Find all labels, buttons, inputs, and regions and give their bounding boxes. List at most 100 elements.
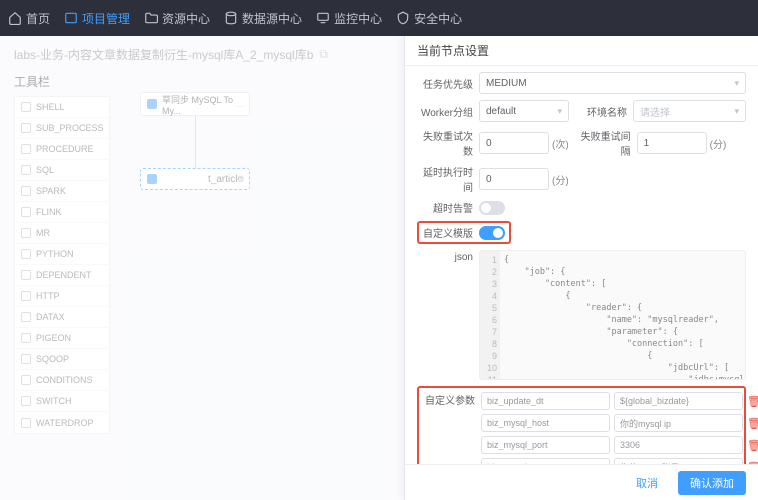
tool-procedure[interactable]: PROCEDURE: [15, 139, 109, 160]
tool-icon: [21, 333, 31, 343]
priority-label: 任务优先级: [417, 76, 473, 91]
tool-conditions[interactable]: CONDITIONS: [15, 370, 109, 391]
delete-icon[interactable]: 🗑: [747, 395, 758, 408]
node-icon: [147, 174, 157, 184]
custom-template-toggle[interactable]: [479, 226, 505, 240]
json-gutter: 1234567891011121314: [480, 251, 500, 379]
param-val-input[interactable]: [614, 392, 743, 410]
workflow-canvas-area: labs-业务-内容文章数据复制衍生-mysql库A_2_mysql库b ⧉ 工…: [0, 36, 404, 500]
unit-text: (次): [552, 136, 569, 151]
project-icon: [64, 11, 78, 25]
tool-python[interactable]: PYTHON: [15, 244, 109, 265]
workflow-node-selected[interactable]: t_article⊕: [140, 168, 250, 190]
json-text[interactable]: { "job": { "content": [ { "reader": { "n…: [500, 251, 745, 379]
custom-params-label: 自定义参数: [425, 392, 475, 407]
tool-dependent[interactable]: DEPENDENT: [15, 265, 109, 286]
tool-waterdrop[interactable]: WATERDROP: [15, 412, 109, 433]
tool-switch[interactable]: SWITCH: [15, 391, 109, 412]
tool-icon: [21, 102, 31, 112]
breadcrumb: labs-业务-内容文章数据复制衍生-mysql库A_2_mysql库b ⧉: [14, 46, 390, 63]
tool-shell[interactable]: SHELL: [15, 97, 109, 118]
tool-icon: [21, 291, 31, 301]
tool-icon: [21, 207, 31, 217]
tool-icon: [21, 312, 31, 322]
nav-monitor[interactable]: 监控中心: [316, 10, 382, 27]
delete-icon[interactable]: 🗑: [747, 417, 758, 430]
tool-icon: [21, 396, 31, 406]
param-key-input[interactable]: [481, 436, 610, 454]
tool-icon: [21, 186, 31, 196]
confirm-add-button[interactable]: 确认添加: [678, 471, 746, 495]
nav-datasource[interactable]: 数据源中心: [224, 10, 302, 27]
nav-label: 监控中心: [334, 10, 382, 27]
copy-icon[interactable]: ⧉: [319, 47, 328, 62]
tool-icon: [21, 354, 31, 364]
tool-mr[interactable]: MR: [15, 223, 109, 244]
tool-spark[interactable]: SPARK: [15, 181, 109, 202]
workflow-node[interactable]: 草同步 MySQL To My...…: [140, 92, 250, 116]
toolbox-title: 工具栏: [14, 73, 390, 90]
tool-http[interactable]: HTTP: [15, 286, 109, 307]
panel-footer: 取消 确认添加: [405, 464, 758, 500]
delay-exec-input[interactable]: [479, 168, 549, 190]
unit-text: (分): [552, 172, 569, 187]
json-editor[interactable]: 1234567891011121314 { "job": { "content"…: [479, 250, 746, 380]
nav-resource[interactable]: 资源中心: [144, 10, 210, 27]
param-row: 🗑: [481, 436, 758, 454]
envname-label: 环境名称: [577, 104, 627, 119]
shield-icon: [396, 11, 410, 25]
delete-icon[interactable]: 🗑: [747, 439, 758, 452]
panel-body[interactable]: 任务优先级 MEDIUM▾ Worker分组 default▾ 环境名称 请选择…: [405, 66, 758, 464]
tool-icon: [21, 375, 31, 385]
nav-label: 安全中心: [414, 10, 462, 27]
tool-flink[interactable]: FLINK: [15, 202, 109, 223]
nav-label: 首页: [26, 10, 50, 27]
folder-icon: [144, 11, 158, 25]
param-row: 🗑: [481, 392, 758, 410]
tool-icon: [21, 123, 31, 133]
toolbox: SHELL SUB_PROCESS PROCEDURE SQL SPARK FL…: [14, 96, 110, 434]
chevron-down-icon: ▾: [734, 106, 739, 117]
custom-params-section: 自定义参数 🗑 🗑 🗑 🗑 🗑 ⊕: [417, 386, 746, 464]
database-icon: [224, 11, 238, 25]
retry-count-input[interactable]: [479, 132, 549, 154]
retry-interval-label: 失败重试间隔: [575, 128, 631, 158]
priority-select[interactable]: MEDIUM▾: [479, 72, 746, 94]
canvas[interactable]: 草同步 MySQL To My...… t_article⊕: [140, 92, 250, 190]
tool-datax[interactable]: DATAX: [15, 307, 109, 328]
retry-interval-input[interactable]: [637, 132, 707, 154]
nav-project[interactable]: 项目管理: [64, 10, 130, 27]
node-icon: [147, 99, 157, 109]
node-expand-icon[interactable]: …: [235, 99, 245, 110]
json-label: json: [417, 250, 473, 380]
top-nav: 首页 项目管理 资源中心 数据源中心 监控中心 安全中心: [0, 0, 758, 36]
tool-sqoop[interactable]: SQOOP: [15, 349, 109, 370]
retry-count-label: 失败重试次数: [417, 128, 473, 158]
chevron-down-icon: ▾: [734, 78, 739, 89]
worker-label: Worker分组: [417, 104, 473, 119]
nav-security[interactable]: 安全中心: [396, 10, 462, 27]
envname-select[interactable]: 请选择▾: [633, 100, 746, 122]
tool-icon: [21, 418, 31, 428]
node-settings-panel: 当前节点设置 任务优先级 MEDIUM▾ Worker分组 default▾ 环…: [404, 36, 758, 500]
monitor-icon: [316, 11, 330, 25]
edge: [195, 116, 196, 168]
param-val-input[interactable]: [614, 414, 743, 432]
node-add-icon[interactable]: ⊕: [237, 174, 245, 185]
param-key-input[interactable]: [481, 392, 610, 410]
tool-sql[interactable]: SQL: [15, 160, 109, 181]
tool-subprocess[interactable]: SUB_PROCESS: [15, 118, 109, 139]
param-val-input[interactable]: [614, 436, 743, 454]
tool-icon: [21, 249, 31, 259]
tool-pigeon[interactable]: PIGEON: [15, 328, 109, 349]
param-key-input[interactable]: [481, 414, 610, 432]
worker-select[interactable]: default▾: [479, 100, 569, 122]
delay-exec-label: 延时执行时间: [417, 164, 473, 194]
tool-icon: [21, 228, 31, 238]
nav-label: 资源中心: [162, 10, 210, 27]
cancel-button[interactable]: 取消: [624, 471, 670, 495]
timeout-alarm-toggle[interactable]: [479, 201, 505, 215]
unit-text: (分): [710, 136, 727, 151]
tool-icon: [21, 165, 31, 175]
nav-home[interactable]: 首页: [8, 10, 50, 27]
